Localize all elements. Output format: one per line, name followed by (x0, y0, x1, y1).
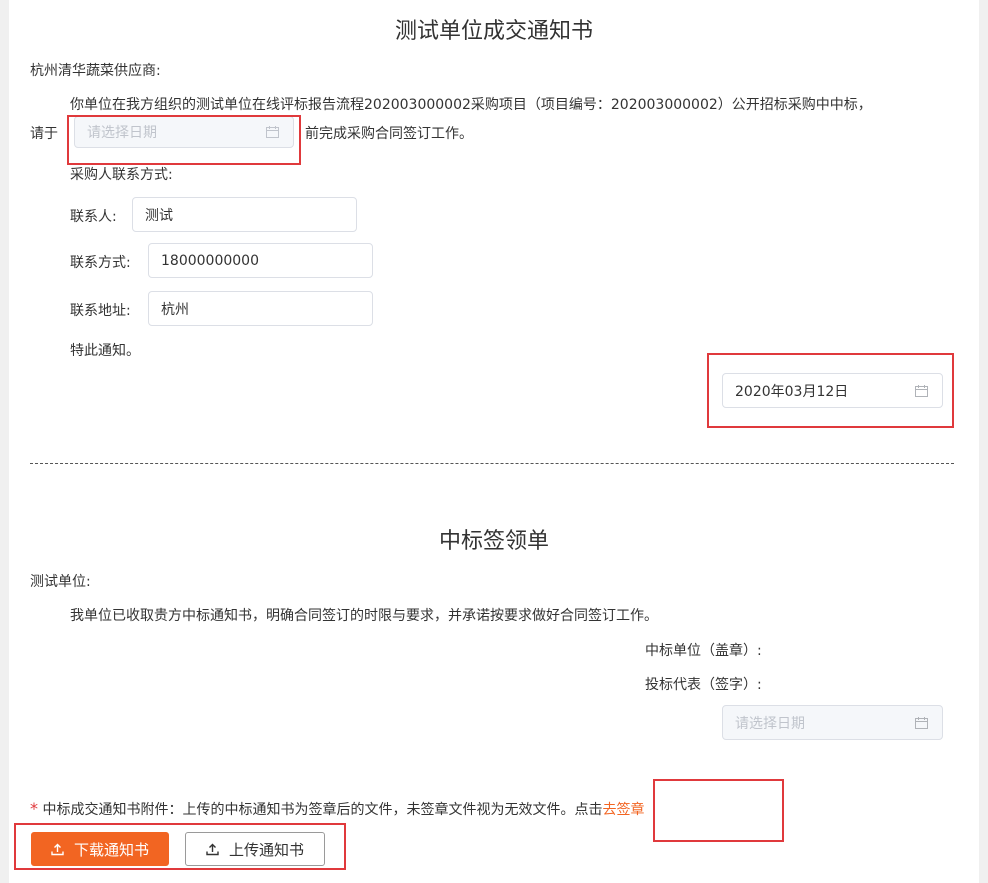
receipt-date-picker[interactable]: 请选择日期 (722, 705, 943, 740)
contact-phone-value: 18000000000 (161, 252, 259, 269)
contact-address-label: 联系地址: (70, 303, 131, 319)
notice-closing: 特此通知。 (70, 343, 140, 359)
deadline-highlight-box (67, 115, 301, 165)
actions-highlight-box (14, 823, 346, 870)
contact-heading: 采购人联系方式: (70, 167, 173, 183)
required-mark: * (30, 799, 38, 818)
notice-addressee: 杭州清华蔬菜供应商: (30, 63, 161, 79)
sign-link-highlight-box (653, 779, 784, 842)
contact-person-value: 测试 (145, 207, 173, 224)
notice-body-line1: 你单位在我方组织的测试单位在线评标报告流程202003000002采购项目（项目… (70, 97, 872, 113)
attachment-note: 中标成交通知书附件：上传的中标通知书为签章后的文件，未签章文件视为无效文件。点击 (42, 802, 603, 818)
contact-phone-label: 联系方式: (70, 255, 131, 271)
notice-page: 测试单位成交通知书 杭州清华蔬菜供应商: 你单位在我方组织的测试单位在线评标报告… (9, 0, 979, 883)
attachment-note-row: * 中标成交通知书附件：上传的中标通知书为签章后的文件，未签章文件视为无效文件。… (30, 799, 644, 819)
notice-title: 测试单位成交通知书 (394, 19, 593, 44)
notice-body-prefix: 请于 (30, 126, 58, 142)
receipt-date-placeholder: 请选择日期 (735, 715, 805, 732)
sign-link[interactable]: 去签章 (602, 802, 644, 818)
contact-person-input[interactable]: 测试 (132, 197, 357, 232)
notice-date-highlight-box (707, 353, 954, 428)
receipt-seal-label: 中标单位（盖章）: (645, 643, 762, 659)
contact-address-value: 杭州 (161, 301, 189, 318)
receipt-addressee: 测试单位: (30, 574, 91, 590)
receipt-rep-label: 投标代表（签字）: (645, 677, 762, 693)
receipt-body: 我单位已收取贵方中标通知书，明确合同签订的时限与要求，并承诺按要求做好合同签订工… (70, 608, 658, 624)
calendar-icon (915, 716, 928, 729)
contact-address-input[interactable]: 杭州 (148, 291, 373, 326)
contact-person-label: 联系人: (70, 209, 117, 225)
contact-phone-input[interactable]: 18000000000 (148, 243, 373, 278)
section-divider (30, 463, 954, 464)
notice-body-suffix: 前完成采购合同签订工作。 (305, 126, 473, 142)
receipt-title: 中标签领单 (438, 529, 549, 554)
